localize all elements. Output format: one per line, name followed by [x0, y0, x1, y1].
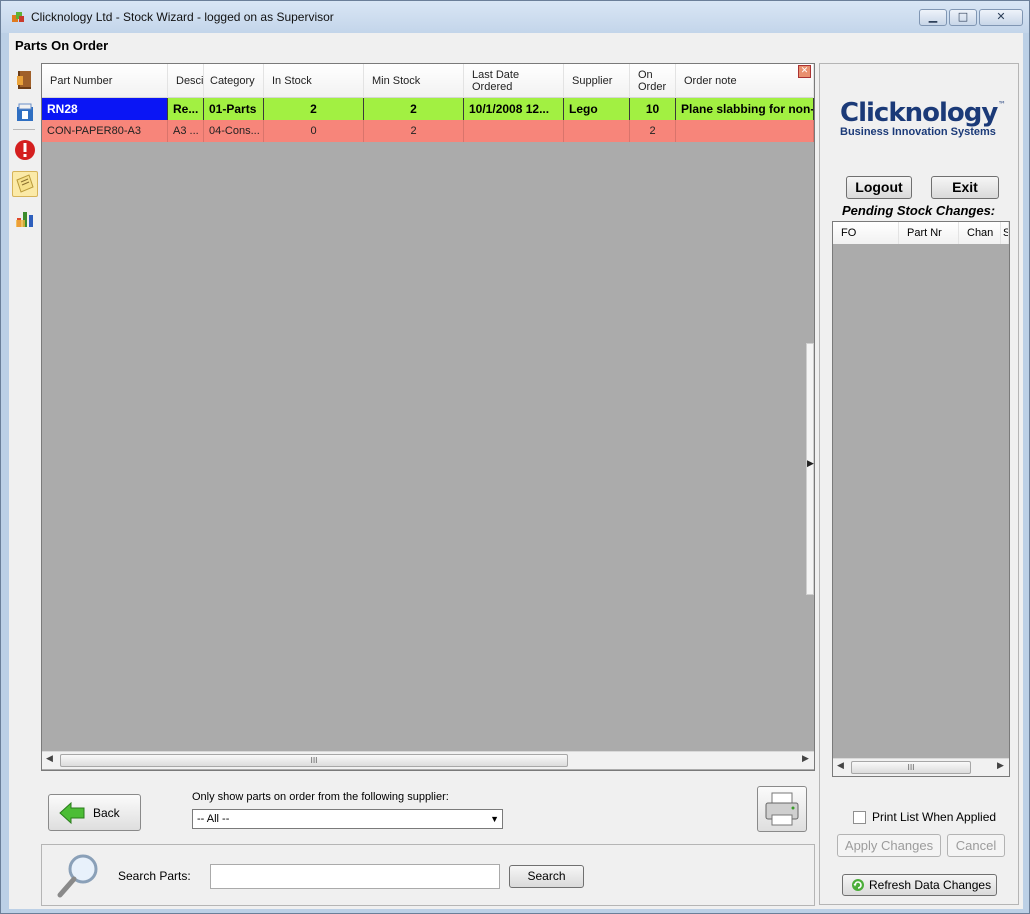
- close-window-button[interactable]: ✕: [979, 9, 1023, 26]
- supplier-filter-value: -- All --: [197, 813, 230, 825]
- cell-category[interactable]: 01-Parts: [204, 98, 264, 120]
- exit-button[interactable]: Exit: [931, 176, 999, 199]
- client-area: Parts On Order Part Number Desci Categor…: [9, 33, 1023, 909]
- grid-header: Part Number Desci Category In Stock Min …: [42, 64, 814, 98]
- refresh-data-button[interactable]: Refresh Data Changes: [842, 874, 997, 896]
- col-on-order[interactable]: On Order: [630, 64, 676, 98]
- cell-order-note[interactable]: [676, 120, 814, 142]
- col-on-order-line2: Order: [638, 81, 667, 93]
- col-change[interactable]: Chan: [959, 222, 1001, 244]
- page-title: Parts On Order: [15, 38, 109, 53]
- grid-horizontal-scrollbar[interactable]: ◀ III ▶: [42, 751, 814, 769]
- search-button[interactable]: Search: [509, 865, 584, 888]
- cell-part-number[interactable]: CON-PAPER80-A3: [42, 120, 168, 142]
- cell-min-stock[interactable]: 2: [364, 120, 464, 142]
- reports-chart-icon[interactable]: [12, 205, 38, 231]
- scroll-right-icon[interactable]: ▶: [802, 754, 809, 764]
- table-row[interactable]: CON-PAPER80-A3 A3 ... 04-Cons... 0 2 2: [42, 120, 814, 142]
- logo-tagline: Business Innovation Systems: [840, 126, 996, 138]
- right-panel: Clicknology ™ Business Innovation System…: [819, 63, 1019, 905]
- title-bar[interactable]: Clicknology Ltd - Stock Wizard - logged …: [1, 1, 1029, 33]
- parts-on-order-grid[interactable]: Part Number Desci Category In Stock Min …: [41, 63, 815, 771]
- window-controls: ▁ □ ✕: [919, 9, 1023, 26]
- cell-in-stock[interactable]: 0: [264, 120, 364, 142]
- supplier-filter-label: Only show parts on order from the follow…: [192, 791, 449, 803]
- refresh-icon: [852, 879, 864, 891]
- app-icon: [12, 12, 24, 22]
- back-button[interactable]: Back: [48, 794, 141, 831]
- search-label: Search Parts:: [118, 869, 191, 883]
- col-part-number[interactable]: Part Number: [42, 64, 168, 98]
- print-button[interactable]: [757, 786, 807, 832]
- parts-book-icon[interactable]: [12, 67, 38, 93]
- scroll-left-icon[interactable]: ◀: [46, 754, 53, 764]
- search-panel: Search Parts: Search: [41, 844, 815, 906]
- magnifier-icon: [57, 854, 98, 898]
- pending-changes-grid[interactable]: FO Part Nr Chan S ◀ III ▶: [832, 221, 1010, 777]
- cell-on-order[interactable]: 10: [630, 98, 676, 120]
- col-supplier[interactable]: Supplier: [564, 64, 630, 98]
- maximize-button[interactable]: □: [949, 9, 977, 26]
- logo-trademark: ™: [998, 100, 1006, 109]
- pending-changes-title: Pending Stock Changes:: [842, 203, 996, 218]
- close-icon[interactable]: ✕: [798, 65, 811, 78]
- pending-grid-header: FO Part Nr Chan S: [833, 222, 1009, 244]
- col-order-note[interactable]: Order note: [676, 64, 814, 98]
- splitter-arrow-icon[interactable]: ▶: [807, 459, 814, 469]
- col-s[interactable]: S: [1001, 222, 1009, 244]
- cell-description[interactable]: A3 ...: [168, 120, 204, 142]
- stock-box-icon[interactable]: [12, 99, 38, 125]
- cell-description[interactable]: Re...: [168, 98, 204, 120]
- col-last-date-line1: Last Date: [472, 69, 520, 81]
- cancel-button[interactable]: Cancel: [947, 834, 1005, 857]
- col-category[interactable]: Category: [204, 64, 264, 98]
- order-notes-icon[interactable]: [12, 171, 38, 197]
- back-button-label: Back: [93, 805, 120, 820]
- col-description[interactable]: Desci: [168, 64, 204, 98]
- print-list-option[interactable]: Print List When Applied: [853, 810, 996, 824]
- col-min-stock[interactable]: Min Stock: [364, 64, 464, 98]
- search-input[interactable]: [210, 864, 500, 889]
- cell-last-date-ordered[interactable]: [464, 120, 564, 142]
- toolbar-divider: [13, 129, 35, 130]
- cell-order-note[interactable]: Plane slabbing for non-: [676, 98, 814, 120]
- col-in-stock[interactable]: In Stock: [264, 64, 364, 98]
- cell-last-date-ordered[interactable]: 10/1/2008 12...: [464, 98, 564, 120]
- chevron-down-icon[interactable]: ▼: [490, 810, 499, 828]
- table-row[interactable]: RN28 Re... 01-Parts 2 2 10/1/2008 12... …: [42, 98, 814, 120]
- print-list-label: Print List When Applied: [872, 810, 997, 824]
- scroll-right-icon[interactable]: ▶: [997, 761, 1004, 771]
- logout-button[interactable]: Logout: [846, 176, 912, 199]
- supplier-filter-select[interactable]: -- All -- ▼: [192, 809, 503, 829]
- col-part-nr[interactable]: Part Nr: [899, 222, 959, 244]
- scroll-thumb[interactable]: III: [60, 754, 568, 767]
- pending-horizontal-scrollbar[interactable]: ◀ III ▶: [833, 758, 1009, 776]
- cell-supplier[interactable]: [564, 120, 630, 142]
- col-fo[interactable]: FO: [833, 222, 899, 244]
- scroll-left-icon[interactable]: ◀: [837, 761, 844, 771]
- cell-min-stock[interactable]: 2: [364, 98, 464, 120]
- col-last-date-ordered[interactable]: Last Date Ordered: [464, 64, 564, 98]
- logo-name: Clicknology: [840, 98, 998, 128]
- back-arrow-icon: [59, 801, 85, 824]
- window-title: Clicknology Ltd - Stock Wizard - logged …: [31, 10, 334, 24]
- cell-part-number[interactable]: RN28: [42, 98, 168, 120]
- apply-changes-button[interactable]: Apply Changes: [837, 834, 941, 857]
- col-last-date-line2: Ordered: [472, 81, 513, 93]
- cell-supplier[interactable]: Lego: [564, 98, 630, 120]
- cell-on-order[interactable]: 2: [630, 120, 676, 142]
- minimize-button[interactable]: ▁: [919, 9, 947, 26]
- clicknology-logo: Clicknology ™ Business Innovation System…: [840, 98, 1006, 138]
- alert-icon[interactable]: [12, 137, 38, 163]
- scroll-thumb[interactable]: III: [851, 761, 971, 774]
- panel-splitter[interactable]: [806, 343, 814, 595]
- printer-icon: [765, 792, 799, 826]
- left-toolbar: [9, 63, 39, 905]
- print-list-checkbox[interactable]: [853, 810, 866, 824]
- refresh-data-label: Refresh Data Changes: [869, 878, 992, 892]
- cell-in-stock[interactable]: 2: [264, 98, 364, 120]
- app-window: Clicknology Ltd - Stock Wizard - logged …: [0, 0, 1030, 914]
- col-on-order-line1: On: [638, 69, 653, 81]
- cell-category[interactable]: 04-Cons...: [204, 120, 264, 142]
